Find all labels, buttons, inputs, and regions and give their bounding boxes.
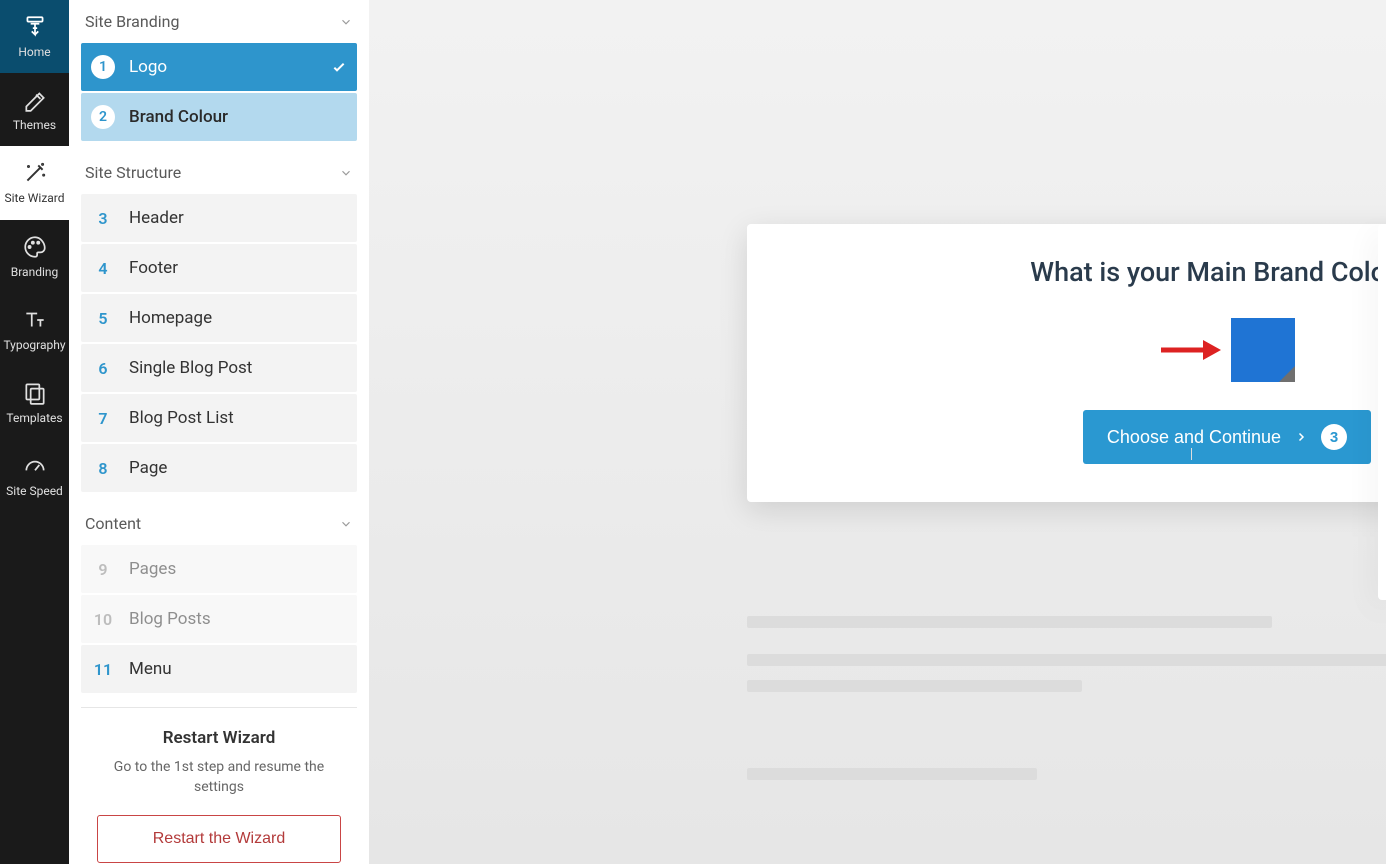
chevron-down-icon <box>339 517 353 531</box>
chevron-right-icon <box>1295 431 1307 443</box>
step-num: 5 <box>91 306 115 330</box>
skeleton-line <box>747 616 1272 628</box>
palette-icon <box>22 234 48 260</box>
restart-section: Restart Wizard Go to the 1st step and re… <box>81 707 357 864</box>
modal-title: What is your Main Brand Colour? <box>767 256 1386 288</box>
restart-wizard-button[interactable]: Restart the Wizard <box>97 815 341 863</box>
step-single-blog-post[interactable]: 6 Single Blog Post <box>81 344 357 392</box>
nav-branding-label: Branding <box>11 266 59 279</box>
content-steps: 9 Pages 10 Blog Posts 11 Menu <box>69 545 369 703</box>
step-label: Page <box>129 458 347 478</box>
step-num: 8 <box>91 456 115 480</box>
nav-templates[interactable]: Templates <box>0 366 69 439</box>
nav-home[interactable]: Home <box>0 0 69 73</box>
nav-themes-label: Themes <box>13 119 56 132</box>
step-menu[interactable]: 11 Menu <box>81 645 357 693</box>
nav-site-speed[interactable]: Site Speed <box>0 439 69 512</box>
step-pages[interactable]: 9 Pages <box>81 545 357 593</box>
step-brand-colour[interactable]: 2 Brand Colour <box>81 93 357 141</box>
brand-colour-swatch[interactable] <box>1231 318 1295 382</box>
section-branding-label: Site Branding <box>85 12 179 31</box>
section-site-structure[interactable]: Site Structure <box>69 151 369 194</box>
restart-title: Restart Wizard <box>97 728 341 748</box>
step-num: 10 <box>91 607 115 631</box>
step-label: Blog Post List <box>129 408 347 428</box>
adjacent-card-edge <box>1378 224 1386 600</box>
divider <box>1191 448 1192 460</box>
step-logo[interactable]: 1 Logo <box>81 43 357 91</box>
nav-wizard-label: Site Wizard <box>4 192 64 205</box>
speed-icon <box>22 453 48 479</box>
step-homepage[interactable]: 5 Homepage <box>81 294 357 342</box>
skeleton-line <box>747 768 1037 780</box>
chevron-down-icon <box>339 166 353 180</box>
themes-icon <box>22 87 48 113</box>
nav-site-wizard[interactable]: Site Wizard <box>0 146 69 219</box>
step-num: 7 <box>91 406 115 430</box>
nav-branding[interactable]: Branding <box>0 220 69 293</box>
structure-steps: 3 Header 4 Footer 5 Homepage 6 Single Blog P… <box>69 194 369 502</box>
restart-subtitle: Go to the 1st step and resume the settin… <box>97 758 341 797</box>
home-icon <box>22 14 48 40</box>
step-blog-posts[interactable]: 10 Blog Posts <box>81 595 357 643</box>
templates-icon <box>22 380 48 406</box>
nav-speed-label: Site Speed <box>6 485 63 498</box>
next-step-badge: 3 <box>1321 424 1347 450</box>
section-content[interactable]: Content <box>69 502 369 545</box>
cta-label: Choose and Continue <box>1107 427 1281 448</box>
step-label: Menu <box>129 659 347 679</box>
step-label: Homepage <box>129 308 347 328</box>
step-num: 4 <box>91 256 115 280</box>
nav-rail: Home Themes Site Wizard Branding Typogra… <box>0 0 69 864</box>
step-label: Header <box>129 208 347 228</box>
step-blog-post-list[interactable]: 7 Blog Post List <box>81 394 357 442</box>
step-label: Single Blog Post <box>129 358 347 378</box>
branding-steps: 1 Logo 2 Brand Colour <box>69 43 369 151</box>
wizard-sidebar: Site Branding 1 Logo 2 Brand Colour Site… <box>69 0 369 864</box>
section-structure-label: Site Structure <box>85 163 181 182</box>
step-label: Footer <box>129 258 347 278</box>
brand-colour-modal: What is your Main Brand Colour? Choose a… <box>747 224 1386 502</box>
step-num: 3 <box>91 206 115 230</box>
step-num: 2 <box>91 105 115 129</box>
check-icon <box>331 59 347 75</box>
nav-typography[interactable]: Typography <box>0 293 69 366</box>
arrow-right-icon <box>1159 338 1221 362</box>
step-num: 1 <box>91 55 115 79</box>
step-footer[interactable]: 4 Footer <box>81 244 357 292</box>
step-num: 6 <box>91 356 115 380</box>
step-num: 9 <box>91 557 115 581</box>
preview-area: What is your Main Brand Colour? Choose a… <box>369 0 1386 864</box>
step-label: Brand Colour <box>129 107 347 127</box>
skeleton-line <box>747 680 1082 692</box>
chevron-down-icon <box>339 15 353 29</box>
skeleton-line <box>747 654 1386 666</box>
nav-templates-label: Templates <box>6 412 62 425</box>
nav-typography-label: Typography <box>3 339 65 352</box>
nav-home-label: Home <box>18 46 50 59</box>
step-num: 11 <box>91 657 115 681</box>
wand-icon <box>22 160 48 186</box>
section-site-branding[interactable]: Site Branding <box>69 0 369 43</box>
step-header[interactable]: 3 Header <box>81 194 357 242</box>
choose-continue-button[interactable]: Choose and Continue 3 <box>1083 410 1371 464</box>
nav-themes[interactable]: Themes <box>0 73 69 146</box>
step-page[interactable]: 8 Page <box>81 444 357 492</box>
step-label: Blog Posts <box>129 609 347 629</box>
section-content-label: Content <box>85 514 141 533</box>
swatch-row <box>767 318 1386 382</box>
step-label: Logo <box>129 57 317 77</box>
step-label: Pages <box>129 559 347 579</box>
typography-icon <box>22 307 48 333</box>
